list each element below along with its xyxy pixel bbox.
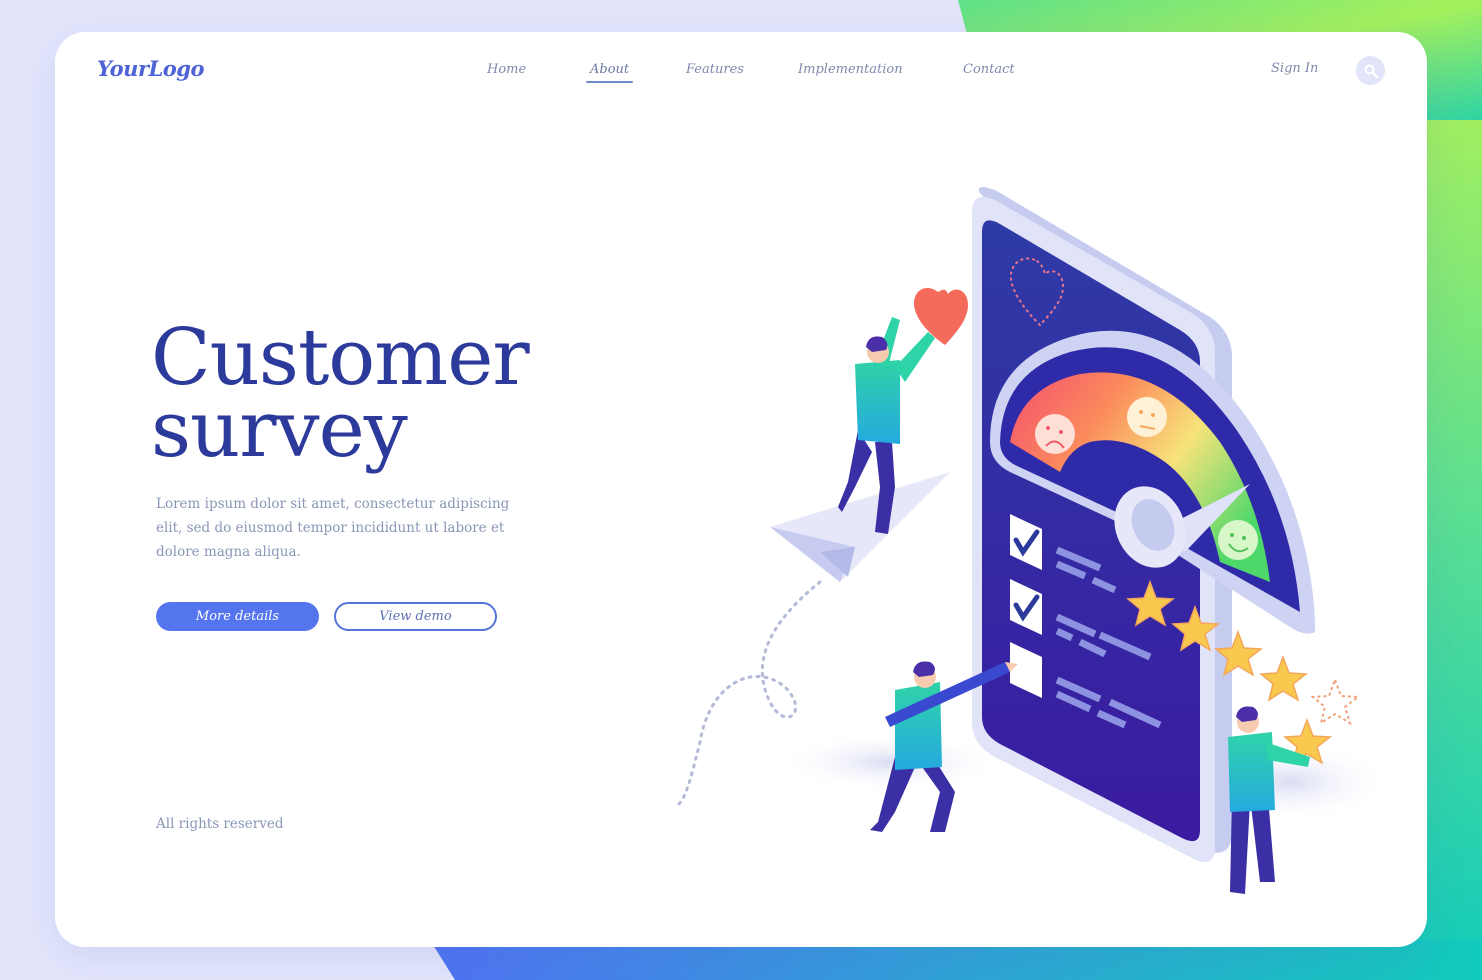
nav-contact[interactable]: Contact [963,62,1015,77]
paper-plane [770,472,950,582]
nav-implementation[interactable]: Implementation [798,62,903,77]
view-demo-button[interactable]: View demo [334,602,497,631]
heart-icon [914,288,968,345]
copyright-text: All rights reserved [156,816,284,832]
landing-card: YourLogo Home About Features Implementat… [55,32,1427,947]
happy-face-icon [1218,520,1258,560]
hero-title: Customer survey [151,319,530,469]
hero-description: Lorem ipsum dolor sit amet, consectetur … [156,496,510,560]
survey-illustration [673,187,1390,894]
nav-features[interactable]: Features [686,62,744,77]
neutral-face-icon [1127,397,1167,437]
star-outline-icon [1310,677,1361,726]
search-button[interactable] [1356,56,1385,85]
nav-home[interactable]: Home [487,62,526,77]
hero-title-line2: survey [151,385,408,475]
sad-face-icon [1035,414,1075,454]
search-icon [1364,64,1378,78]
sign-in-link[interactable]: Sign In [1271,61,1318,76]
more-details-button[interactable]: More details [156,602,319,631]
nav-about[interactable]: About [585,62,634,83]
main-nav: Home About Features Implementation Conta… [55,62,1427,86]
star-icon [1259,654,1309,702]
